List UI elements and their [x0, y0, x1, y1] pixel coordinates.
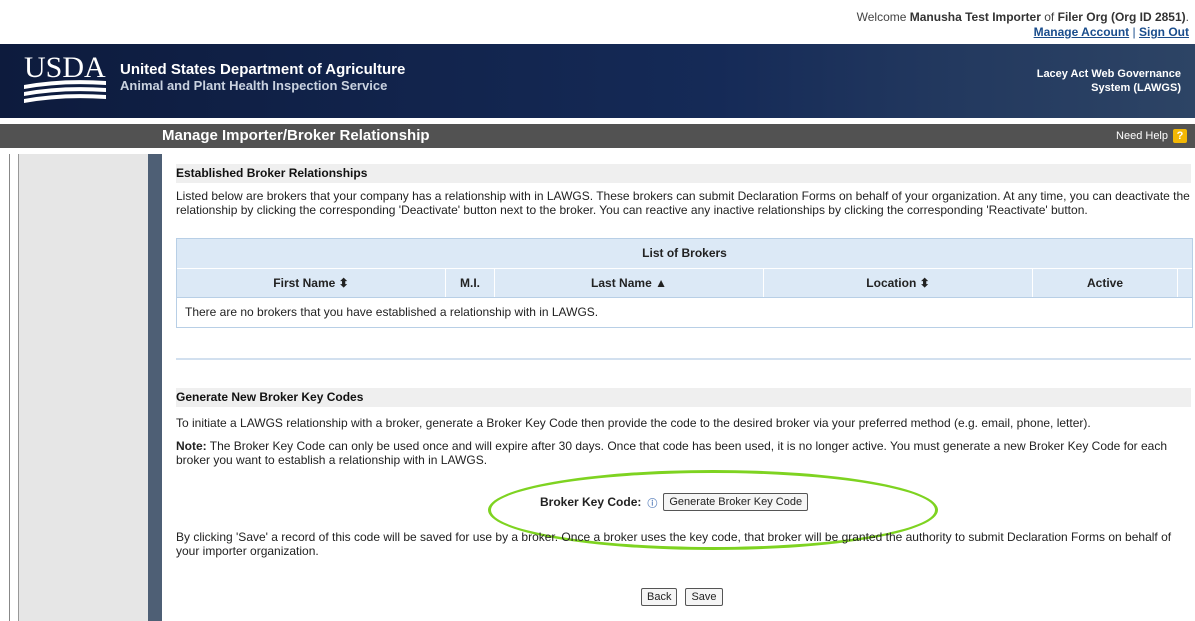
col-first-name[interactable]: First Name ⬍ [177, 269, 446, 297]
help-icon[interactable]: ? [1173, 129, 1187, 143]
save-notice-wrap: By clicking 'Save' a record of this code… [176, 530, 1191, 558]
col-last-name[interactable]: Last Name ▲ [495, 269, 764, 297]
broker-table: List of Brokers First Name ⬍ M.I. Last N… [176, 238, 1193, 328]
trailing-period: . [1185, 10, 1189, 24]
agency-line1: United States Department of Agriculture [120, 61, 406, 78]
need-help-link[interactable]: Need Help ? [1116, 129, 1187, 143]
established-heading: Established Broker Relationships [176, 164, 1191, 183]
broker-table-header: First Name ⬍ M.I. Last Name ▲ Location ⬍… [177, 269, 1192, 297]
main-content: Established Broker Relationships Listed … [176, 164, 1191, 217]
usda-logo-text: USDA [24, 51, 106, 84]
info-icon[interactable]: ⓘ [647, 495, 657, 510]
note-label: Note: [176, 439, 207, 453]
note-text: The Broker Key Code can only be used onc… [176, 439, 1168, 467]
sign-out-link[interactable]: Sign Out [1139, 25, 1189, 39]
usda-logo: USDA [24, 51, 106, 103]
org-name: Filer Org (Org ID 2851) [1057, 10, 1186, 24]
site-banner: USDA United States Department of Agricul… [0, 44, 1195, 118]
manage-account-link[interactable]: Manage Account [1034, 25, 1130, 39]
system-line1: Lacey Act Web Governance [1036, 68, 1181, 80]
page-title-bar: Manage Importer/Broker Relationship Need… [0, 124, 1195, 148]
col-active: Active [1033, 269, 1178, 297]
broker-key-code-label: Broker Key Code: [540, 495, 642, 509]
system-name: Lacey Act Web Governance System (LAWGS) [1037, 67, 1181, 95]
agency-line2: Animal and Plant Health Inspection Servi… [120, 78, 388, 93]
system-line2: System (LAWGS) [1091, 82, 1181, 94]
sidebar-accent-bar [148, 154, 162, 621]
of-text: of [1044, 10, 1055, 24]
left-nav-panel [18, 154, 148, 621]
broker-table-caption: List of Brokers [177, 239, 1192, 269]
page-title: Manage Importer/Broker Relationship [162, 127, 430, 144]
action-buttons: Back Save [641, 588, 723, 606]
need-help-label: Need Help [1116, 130, 1168, 142]
generate-intro: To initiate a LAWGS relationship with a … [176, 416, 1091, 430]
link-separator: | [1132, 25, 1136, 39]
col-location[interactable]: Location ⬍ [764, 269, 1033, 297]
save-notice: By clicking 'Save' a record of this code… [176, 530, 1172, 558]
generate-heading: Generate New Broker Key Codes [176, 388, 1191, 407]
account-bar: Welcome Manusha Test Importer of Filer O… [0, 0, 1195, 44]
table-empty-row: There are no brokers that you have estab… [177, 297, 1192, 327]
save-button[interactable]: Save [685, 588, 723, 606]
generate-note: Note: The Broker Key Code can only be us… [176, 439, 1191, 467]
generate-key-code-button[interactable]: Generate Broker Key Code [663, 493, 809, 511]
back-button[interactable]: Back [641, 588, 678, 606]
generate-section: Generate New Broker Key Codes To initiat… [176, 388, 1191, 467]
broker-key-code-row: Broker Key Code: ⓘ Generate Broker Key C… [540, 493, 809, 511]
left-divider [9, 154, 10, 621]
col-mi: M.I. [446, 269, 495, 297]
col-spacer [1178, 269, 1192, 297]
welcome-prefix: Welcome [856, 10, 907, 24]
welcome-message: Welcome Manusha Test Importer of Filer O… [857, 10, 1189, 40]
section-separator [176, 358, 1191, 360]
user-name: Manusha Test Importer [909, 10, 1041, 24]
agency-name: United States Department of Agriculture … [120, 62, 405, 94]
established-description: Listed below are brokers that your compa… [176, 189, 1190, 217]
